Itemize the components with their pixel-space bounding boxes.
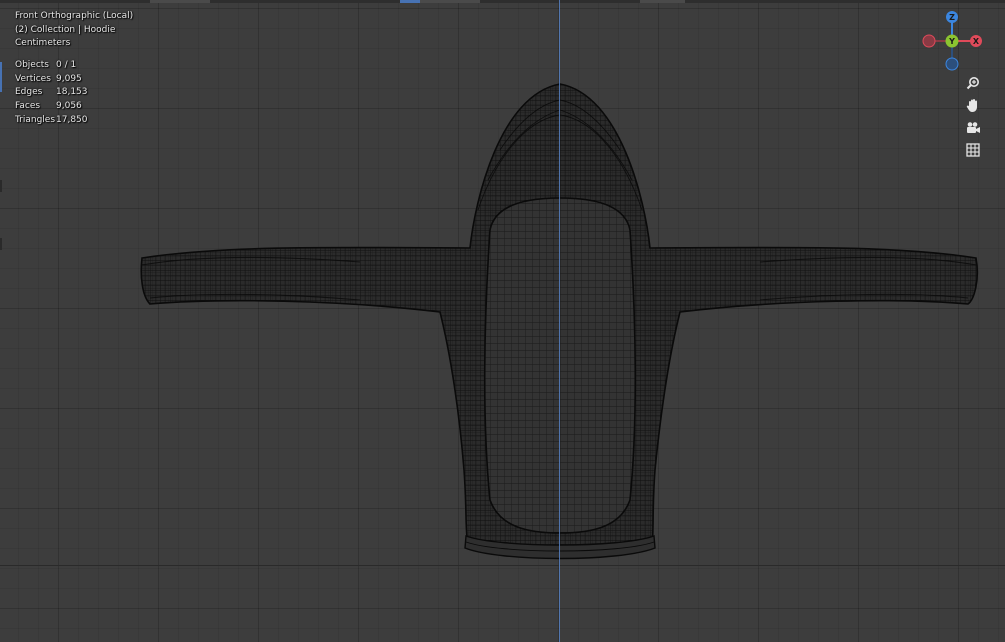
units-label: Centimeters xyxy=(15,38,71,49)
gizmo-neg-z-handle[interactable] xyxy=(945,57,959,71)
gizmo-neg-x-handle[interactable] xyxy=(922,34,936,48)
hand-pan-icon xyxy=(966,99,977,112)
gizmo-y-label: Y xyxy=(948,37,955,46)
stat-row-vertices: Vertices 9,095 xyxy=(15,73,88,87)
stat-label: Edges xyxy=(15,87,43,98)
stat-label: Vertices xyxy=(15,73,51,84)
stat-label: Faces xyxy=(15,101,41,112)
view-name: Front Orthographic (Local) xyxy=(15,11,134,21)
stat-row-objects: Objects 0 / 1 xyxy=(15,59,88,73)
stat-label: Objects xyxy=(15,60,50,70)
stat-row-faces: Faces 9,056 xyxy=(15,100,88,114)
camera-view-button[interactable] xyxy=(962,118,984,138)
zoom-button[interactable] xyxy=(962,73,984,93)
collection-info: (2) Collection | Hoodie xyxy=(15,24,116,35)
camera-icon xyxy=(967,122,980,133)
hood-opening xyxy=(483,197,637,534)
stat-value: 9,095 xyxy=(56,73,82,84)
stat-label: Triangles xyxy=(15,114,56,125)
grid-ortho-icon xyxy=(966,143,980,157)
stat-row-triangles: Triangles 17,850 xyxy=(15,114,88,128)
hoodie-wireframe-mesh[interactable] xyxy=(0,0,1005,642)
zoom-icon xyxy=(966,77,979,90)
stat-value: 17,850 xyxy=(56,114,88,125)
z-axis-line xyxy=(559,0,560,642)
stat-value: 18,153 xyxy=(56,87,88,98)
navigation-gizmo[interactable]: X Z Y xyxy=(918,9,988,73)
scene-statistics: Objects 0 / 1 Vertices 9,095 Edges 18,15… xyxy=(15,59,88,128)
gizmo-x-label: X xyxy=(973,37,980,46)
stat-value: 0 / 1 xyxy=(56,60,77,70)
ortho-toggle-button[interactable] xyxy=(962,140,984,160)
stat-row-edges: Edges 18,153 xyxy=(15,86,88,100)
pan-button[interactable] xyxy=(962,95,984,115)
3d-viewport[interactable]: Front Orthographic (Local) (2) Collectio… xyxy=(0,0,1005,642)
stat-value: 9,056 xyxy=(56,101,82,112)
gizmo-z-label: Z xyxy=(949,13,955,22)
view-info: Front Orthographic (Local) (2) Collectio… xyxy=(15,10,133,51)
